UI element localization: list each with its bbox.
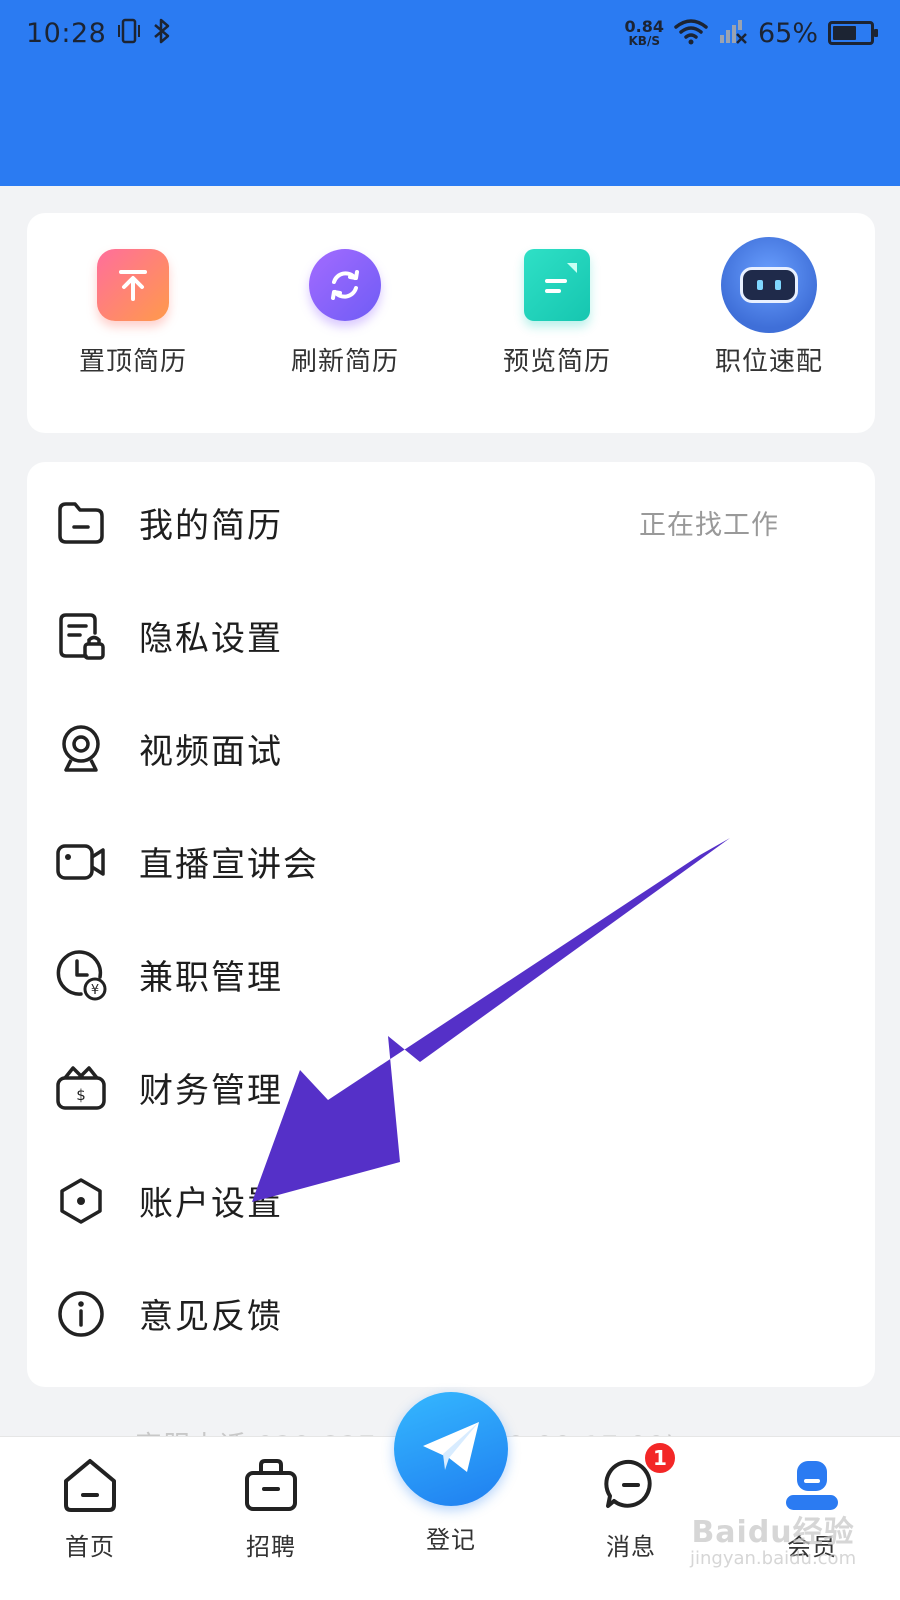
video-camera-icon — [55, 836, 107, 888]
clock-yen-icon: ¥ — [55, 949, 107, 1001]
briefcase-icon — [241, 1455, 301, 1515]
menu-item-label: 意见反馈 — [139, 1297, 283, 1337]
wallet-icon: $ — [55, 1062, 107, 1114]
quick-action-pin-resume[interactable]: 置顶简历 — [33, 249, 233, 378]
menu-item-part-time[interactable]: ¥ 兼职管理 — [27, 918, 875, 1031]
robot-icon — [721, 237, 817, 333]
refresh-icon — [309, 249, 381, 321]
menu-card: 我的简历 正在找工作 隐私设置 视频面试 直播宣讲会 ¥ 兼职管理 $ 财务管理… — [27, 462, 875, 1387]
net-speed: 0.84 KB/S — [624, 17, 664, 48]
menu-item-label: 隐私设置 — [139, 619, 283, 659]
robot-face — [740, 267, 798, 303]
menu-item-label: 直播宣讲会 — [139, 845, 319, 885]
vibrate-icon — [116, 17, 142, 49]
net-speed-value: 0.84 — [624, 17, 664, 36]
battery-icon — [828, 21, 878, 45]
wifi-icon — [674, 17, 708, 49]
net-speed-unit: KB/S — [628, 34, 660, 48]
nav-label: 首页 — [65, 1533, 115, 1561]
battery-percent: 65% — [757, 17, 818, 49]
hexagon-settings-icon — [55, 1175, 107, 1227]
quick-action-label: 预览简历 — [502, 347, 611, 377]
menu-item-feedback[interactable]: 意见反馈 — [27, 1257, 875, 1370]
bluetooth-icon — [152, 17, 172, 49]
message-badge: 1 — [643, 1441, 677, 1475]
quick-action-label: 刷新简历 — [290, 347, 399, 377]
folder-icon — [55, 497, 107, 549]
baidu-watermark: Baidu经验 jingyan.baidu.com — [690, 1516, 856, 1569]
quick-action-label: 置顶简历 — [78, 347, 187, 377]
menu-item-label: 视频面试 — [139, 732, 283, 772]
home-icon — [60, 1455, 120, 1515]
nav-label: 招聘 — [246, 1533, 296, 1561]
info-icon — [55, 1288, 107, 1340]
menu-item-video-interview[interactable]: 视频面试 — [27, 692, 875, 805]
quick-action-preview-resume[interactable]: 预览简历 — [457, 249, 657, 378]
signal-no-service-icon — [718, 17, 748, 49]
menu-item-label: 我的简历 — [139, 506, 283, 546]
svg-text:$: $ — [76, 1086, 86, 1104]
pin-top-icon — [97, 249, 169, 321]
document-preview-icon — [524, 249, 590, 321]
paper-plane-icon — [419, 1418, 483, 1480]
nav-recruit[interactable]: 招聘 — [211, 1455, 331, 1562]
quick-action-job-match[interactable]: 职位速配 — [669, 237, 869, 378]
menu-item-my-resume[interactable]: 我的简历 正在找工作 — [27, 466, 875, 579]
menu-item-live-talk[interactable]: 直播宣讲会 — [27, 805, 875, 918]
watermark-logo: Baidu经验 — [691, 1515, 855, 1550]
menu-item-label: 财务管理 — [139, 1071, 283, 1111]
job-status-text: 正在找工作 — [639, 510, 779, 541]
menu-item-finance[interactable]: $ 财务管理 — [27, 1031, 875, 1144]
webcam-icon — [55, 723, 107, 775]
menu-item-account-settings[interactable]: 账户设置 — [27, 1144, 875, 1257]
privacy-lock-icon — [55, 610, 107, 662]
menu-item-label: 兼职管理 — [139, 958, 283, 998]
quick-actions-card: 置顶简历 刷新简历 预览简历 职位速配 — [27, 213, 875, 433]
register-button[interactable] — [394, 1392, 508, 1506]
status-bar-left: 10:28 — [26, 17, 172, 49]
status-bar: 10:28 0.84 KB/S 65% — [0, 0, 900, 66]
quick-action-label: 职位速配 — [714, 347, 823, 377]
nav-messages[interactable]: 1 消息 — [571, 1441, 691, 1562]
quick-action-refresh-resume[interactable]: 刷新简历 — [245, 249, 445, 378]
nav-home[interactable]: 首页 — [30, 1455, 150, 1562]
svg-text:¥: ¥ — [91, 983, 99, 998]
register-label: 登记 — [426, 1526, 476, 1554]
message-icon: 1 — [601, 1441, 677, 1515]
status-time: 10:28 — [26, 17, 107, 49]
menu-item-privacy-settings[interactable]: 隐私设置 — [27, 579, 875, 692]
menu-item-label: 账户设置 — [139, 1184, 283, 1224]
watermark-url: jingyan.baidu.com — [690, 1548, 857, 1569]
nav-label: 消息 — [606, 1533, 656, 1561]
member-icon — [782, 1455, 842, 1515]
battery-fill — [833, 26, 857, 40]
status-bar-right: 0.84 KB/S 65% — [624, 17, 878, 49]
